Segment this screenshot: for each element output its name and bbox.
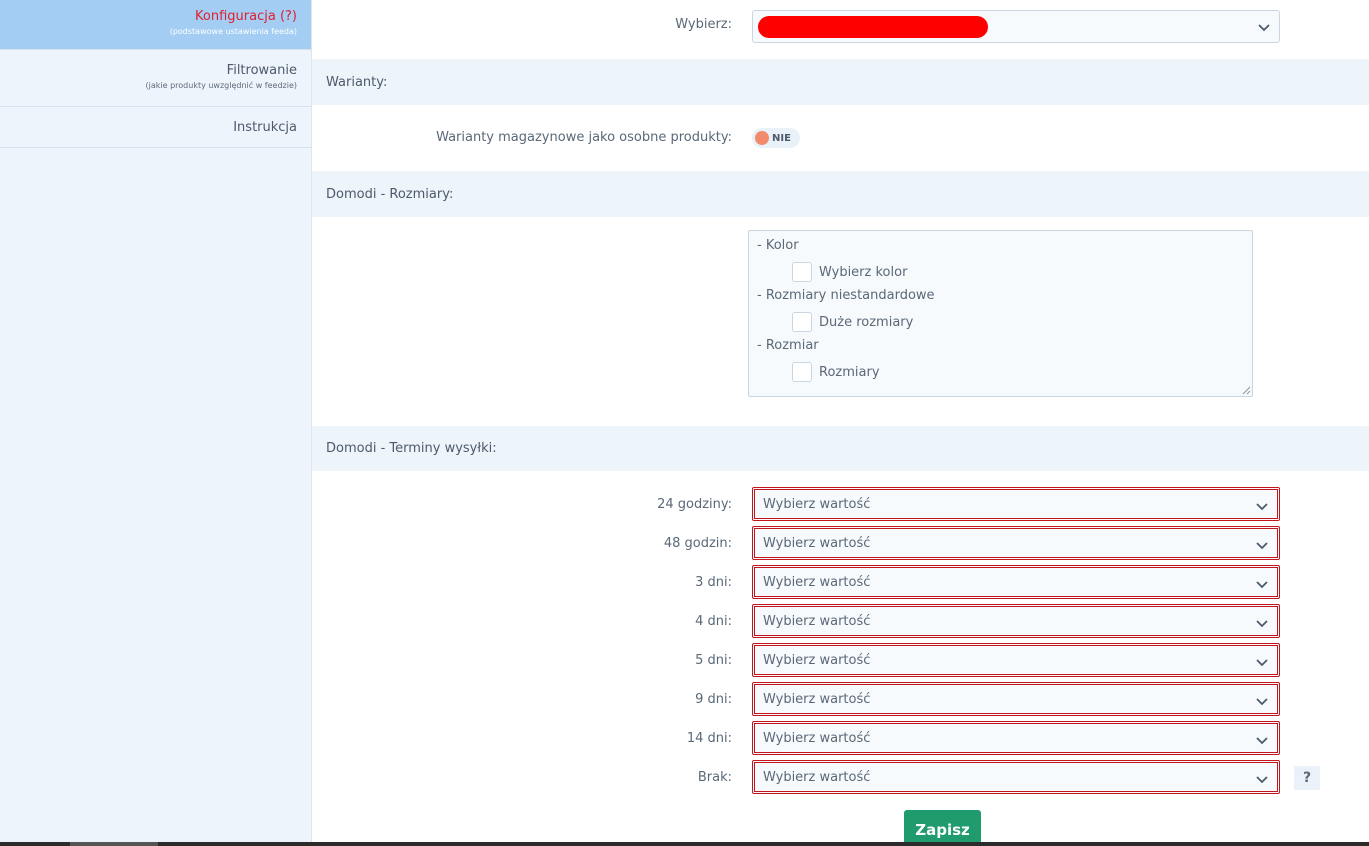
termin-label-48h: 48 godzin: (663, 536, 732, 551)
sidebar-item-filtrowanie[interactable]: Filtrowanie (jakie produkty uwzględnić w… (0, 50, 311, 107)
tree-option-rozmiary[interactable]: Rozmiary (792, 362, 880, 382)
chevron-down-icon (1256, 503, 1268, 511)
section-terminy: Domodi - Terminy wysyłki: (312, 426, 1369, 471)
termin-label-24h: 24 godziny: (657, 497, 732, 512)
tree-option-label: Wybierz kolor (819, 264, 908, 280)
termin-label-brak: Brak: (697, 770, 732, 785)
section-warianty: Warianty: (312, 59, 1369, 105)
tree-group-kolor: - Kolor (757, 238, 799, 253)
termin-label-5d: 5 dni: (695, 653, 732, 668)
chevron-down-icon (1256, 698, 1268, 706)
tree-group-rozmiary-niestandardowe: - Rozmiary niestandardowe (757, 288, 935, 303)
termin-select-5d[interactable]: Wybierz wartość (752, 643, 1280, 677)
tree-option-duze-rozmiary[interactable]: Duże rozmiary (792, 312, 913, 332)
help-icon[interactable]: ? (1294, 766, 1320, 790)
checkbox[interactable] (792, 262, 812, 282)
redacted-value (758, 15, 988, 38)
select-value: Wybierz wartość (763, 769, 871, 785)
termin-label-4d: 4 dni: (695, 614, 732, 629)
termin-label-3d: 3 dni: (695, 575, 732, 590)
select-value: Wybierz wartość (763, 613, 871, 629)
tree-option-label: Rozmiary (819, 364, 880, 380)
tree-option-wybierz-kolor[interactable]: Wybierz kolor (792, 262, 907, 282)
checkbox[interactable] (792, 312, 812, 332)
select-value: Wybierz wartość (763, 730, 871, 746)
chevron-down-icon (1258, 24, 1270, 32)
termin-select-14d[interactable]: Wybierz wartość (752, 721, 1280, 755)
termin-select-3d[interactable]: Wybierz wartość (752, 565, 1280, 599)
scrollbar-thumb[interactable] (70, 842, 158, 846)
select-value: Wybierz wartość (763, 535, 871, 551)
termin-select-4d[interactable]: Wybierz wartość (752, 604, 1280, 638)
termin-select-24h[interactable]: Wybierz wartość (752, 487, 1280, 521)
sidebar-item-title: Instrukcja (233, 120, 297, 135)
sidebar: Konfiguracja (?) (podstawowe ustawienia … (0, 0, 312, 846)
sidebar-item-title: Konfiguracja (?) (195, 9, 297, 24)
termin-select-brak[interactable]: Wybierz wartość (752, 760, 1280, 794)
termin-select-9d[interactable]: Wybierz wartość (752, 682, 1280, 716)
select-value: Wybierz wartość (763, 496, 871, 512)
chevron-down-icon (1256, 776, 1268, 784)
chevron-down-icon (1256, 620, 1268, 628)
sidebar-item-instrukcja[interactable]: Instrukcja (0, 107, 311, 148)
sidebar-item-title: Filtrowanie (226, 63, 297, 78)
section-rozmiary: Domodi - Rozmiary: (312, 171, 1369, 217)
select-value: Wybierz wartość (763, 652, 871, 668)
termin-select-48h[interactable]: Wybierz wartość (752, 526, 1280, 560)
warianty-toggle[interactable]: NIE (752, 128, 800, 148)
sidebar-item-subtitle: (jakie produkty uwzględnić w feedzie) (145, 81, 297, 90)
tree-group-rozmiar: - Rozmiar (757, 338, 819, 353)
toggle-value: NIE (772, 132, 791, 144)
sidebar-item-subtitle: (podstawowe ustawienia feeda) (169, 27, 297, 36)
termin-label-14d: 14 dni: (686, 731, 732, 746)
termin-label-9d: 9 dni: (695, 692, 732, 707)
wybierz-label: Wybierz: (675, 17, 732, 32)
chevron-down-icon (1256, 659, 1268, 667)
toggle-knob (755, 131, 769, 145)
warianty-label: Warianty magazynowe jako osobne produkty… (436, 130, 732, 145)
sidebar-item-konfiguracja[interactable]: Konfiguracja (?) (podstawowe ustawienia … (0, 0, 311, 50)
bottom-divider (0, 842, 1369, 846)
chevron-down-icon (1256, 542, 1268, 550)
wybierz-select[interactable] (752, 10, 1280, 43)
chevron-down-icon (1256, 737, 1268, 745)
select-value: Wybierz wartość (763, 574, 871, 590)
rozmiary-tree[interactable]: - Kolor Wybierz kolor - Rozmiary niestan… (748, 230, 1253, 397)
select-value: Wybierz wartość (763, 691, 871, 707)
chevron-down-icon (1256, 581, 1268, 589)
save-button[interactable]: Zapisz (904, 810, 981, 846)
checkbox[interactable] (792, 362, 812, 382)
tree-option-label: Duże rozmiary (819, 314, 914, 330)
main-content: Wybierz: Warianty: Warianty magazynowe j… (312, 0, 1369, 846)
resize-grip-icon[interactable] (1241, 385, 1251, 395)
